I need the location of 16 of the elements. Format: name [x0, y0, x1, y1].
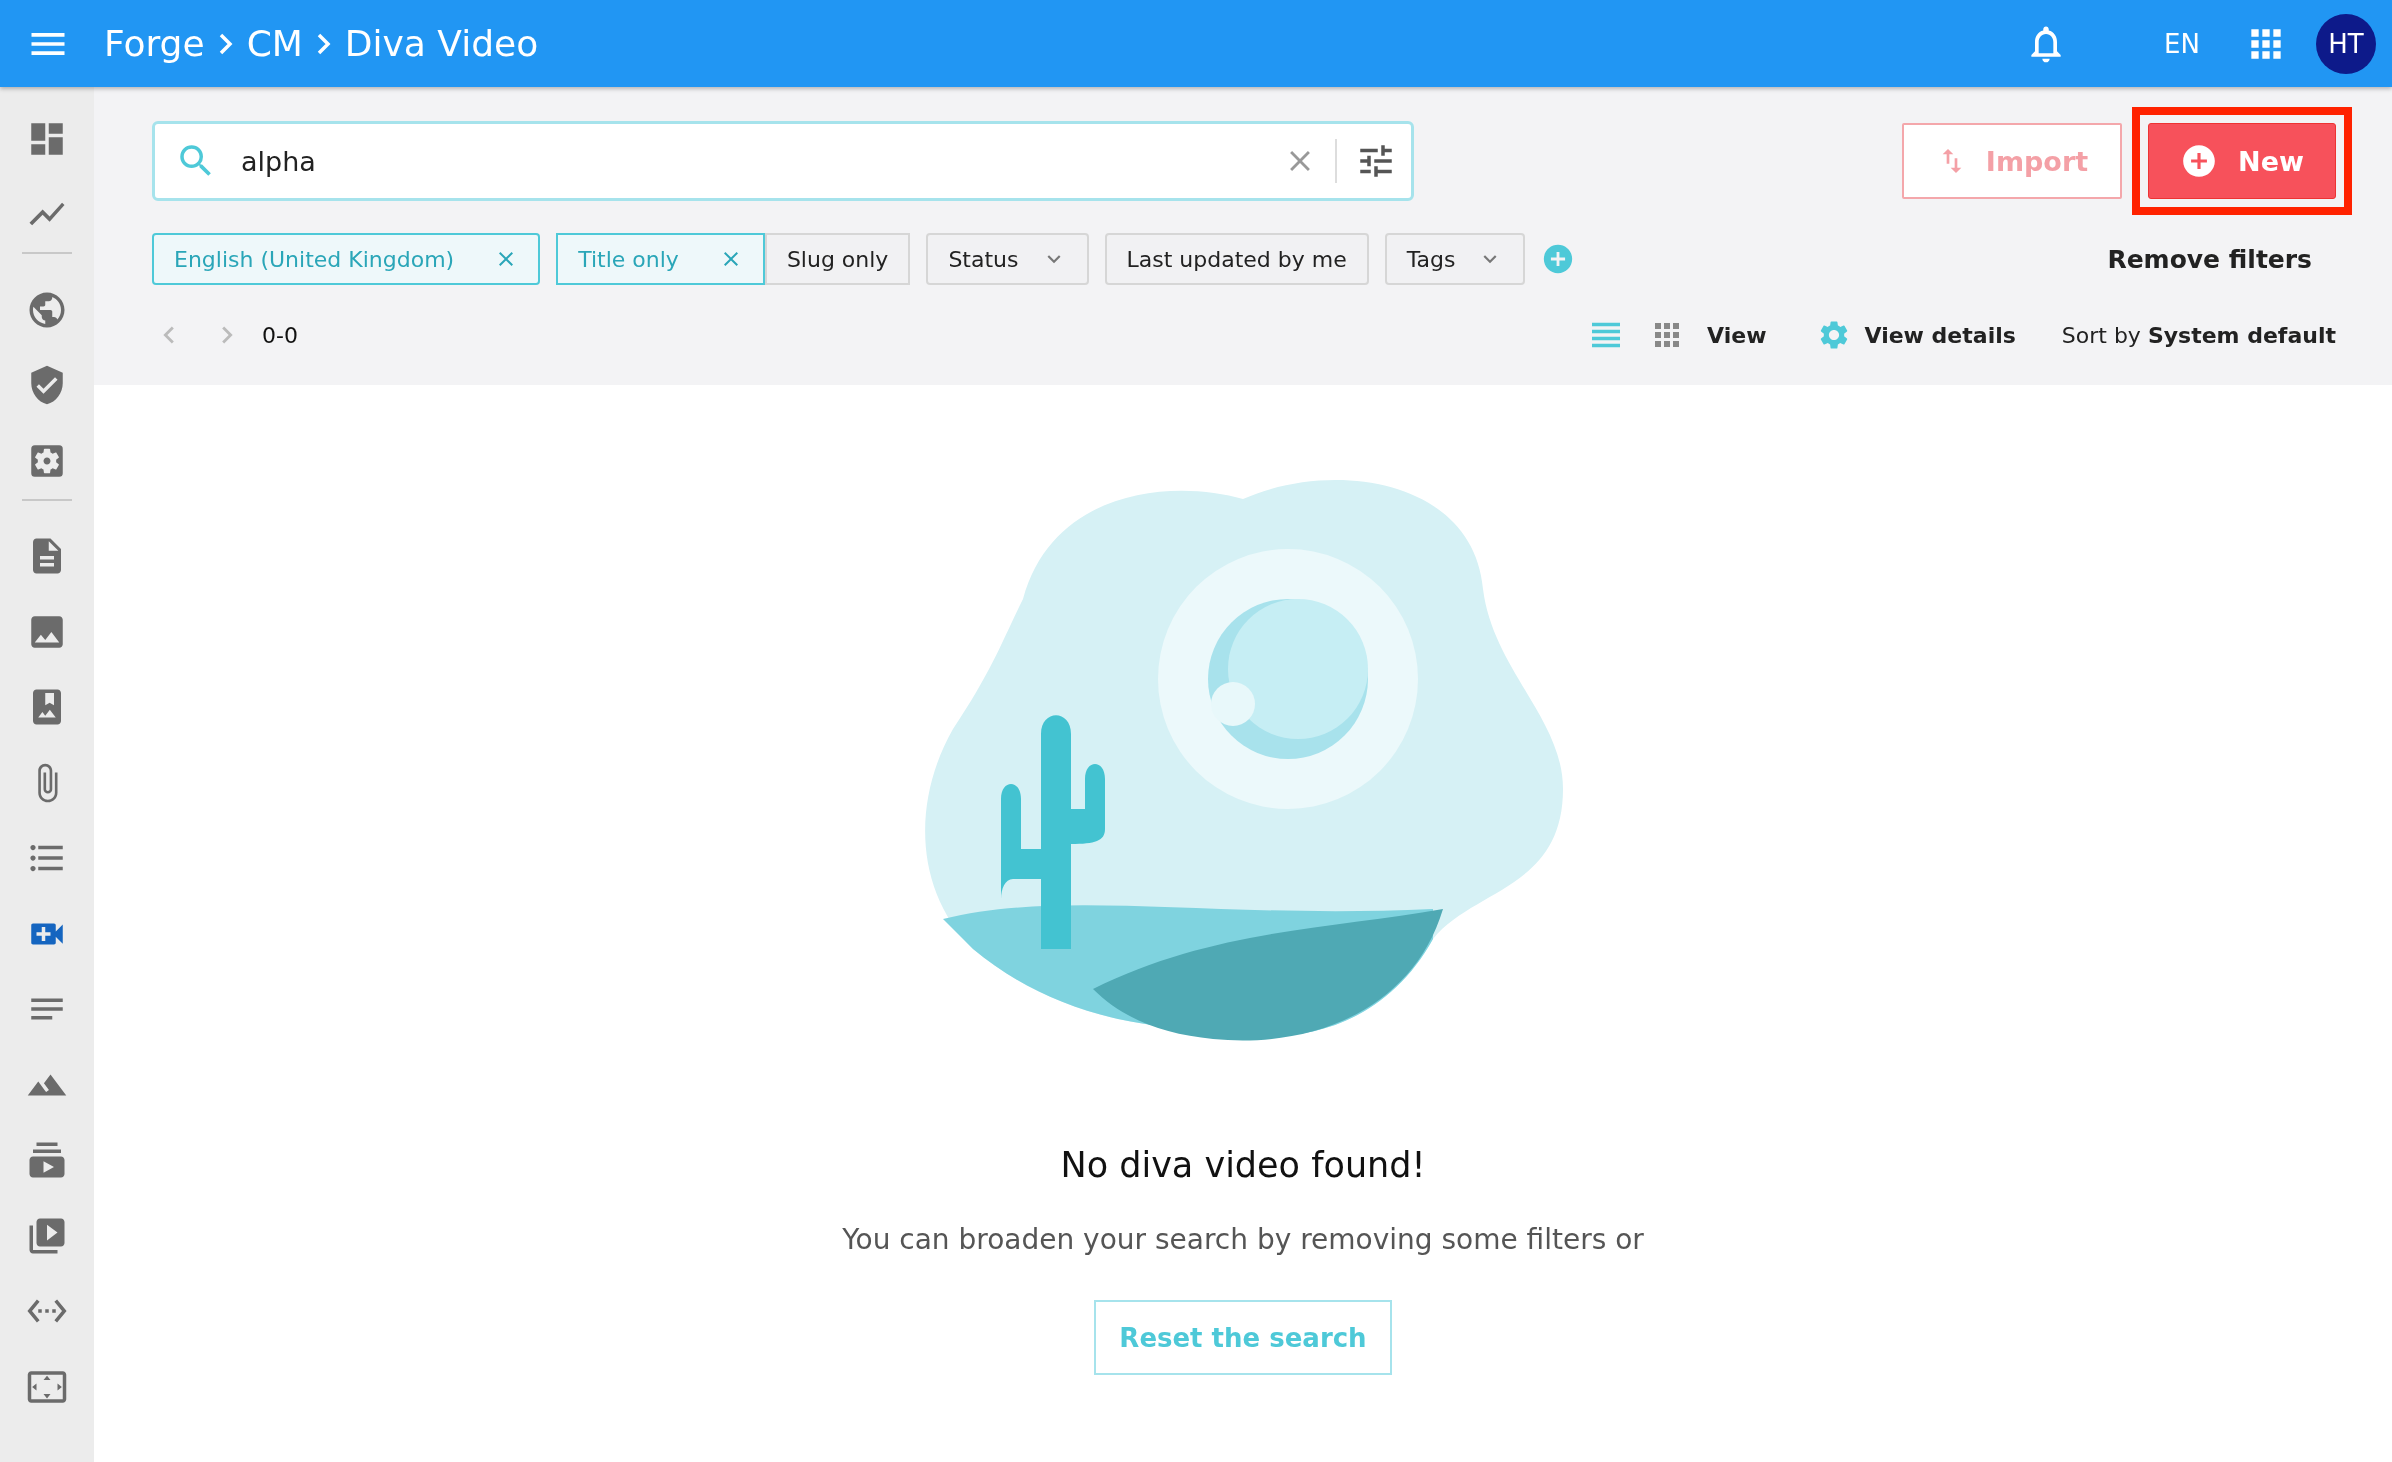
empty-state-message: You can broaden your search by removing some filters or: [842, 1223, 1644, 1256]
filter-chip[interactable]: Slug only: [764, 233, 911, 285]
empty-state-title: No diva video found!: [1060, 1145, 1426, 1185]
page-range: 0-0: [262, 322, 298, 348]
filter-button[interactable]: Last updated by me: [1104, 233, 1369, 285]
filter-dropdown[interactable]: Status: [926, 233, 1089, 285]
filter-dropdown[interactable]: Tags: [1384, 233, 1526, 285]
view-button[interactable]: View: [1707, 322, 1767, 348]
chevron-right-icon: [218, 32, 233, 55]
view-details-button[interactable]: View details: [1864, 322, 2016, 348]
sort-selector[interactable]: Sort by System default: [2061, 322, 2336, 348]
search-input[interactable]: alpha: [239, 144, 1283, 178]
user-avatar[interactable]: HT: [2316, 13, 2376, 74]
remove-filters-link[interactable]: Remove filters: [2107, 244, 2312, 274]
search-field[interactable]: alpha: [152, 121, 1414, 201]
chevron-right-icon: [316, 32, 331, 55]
